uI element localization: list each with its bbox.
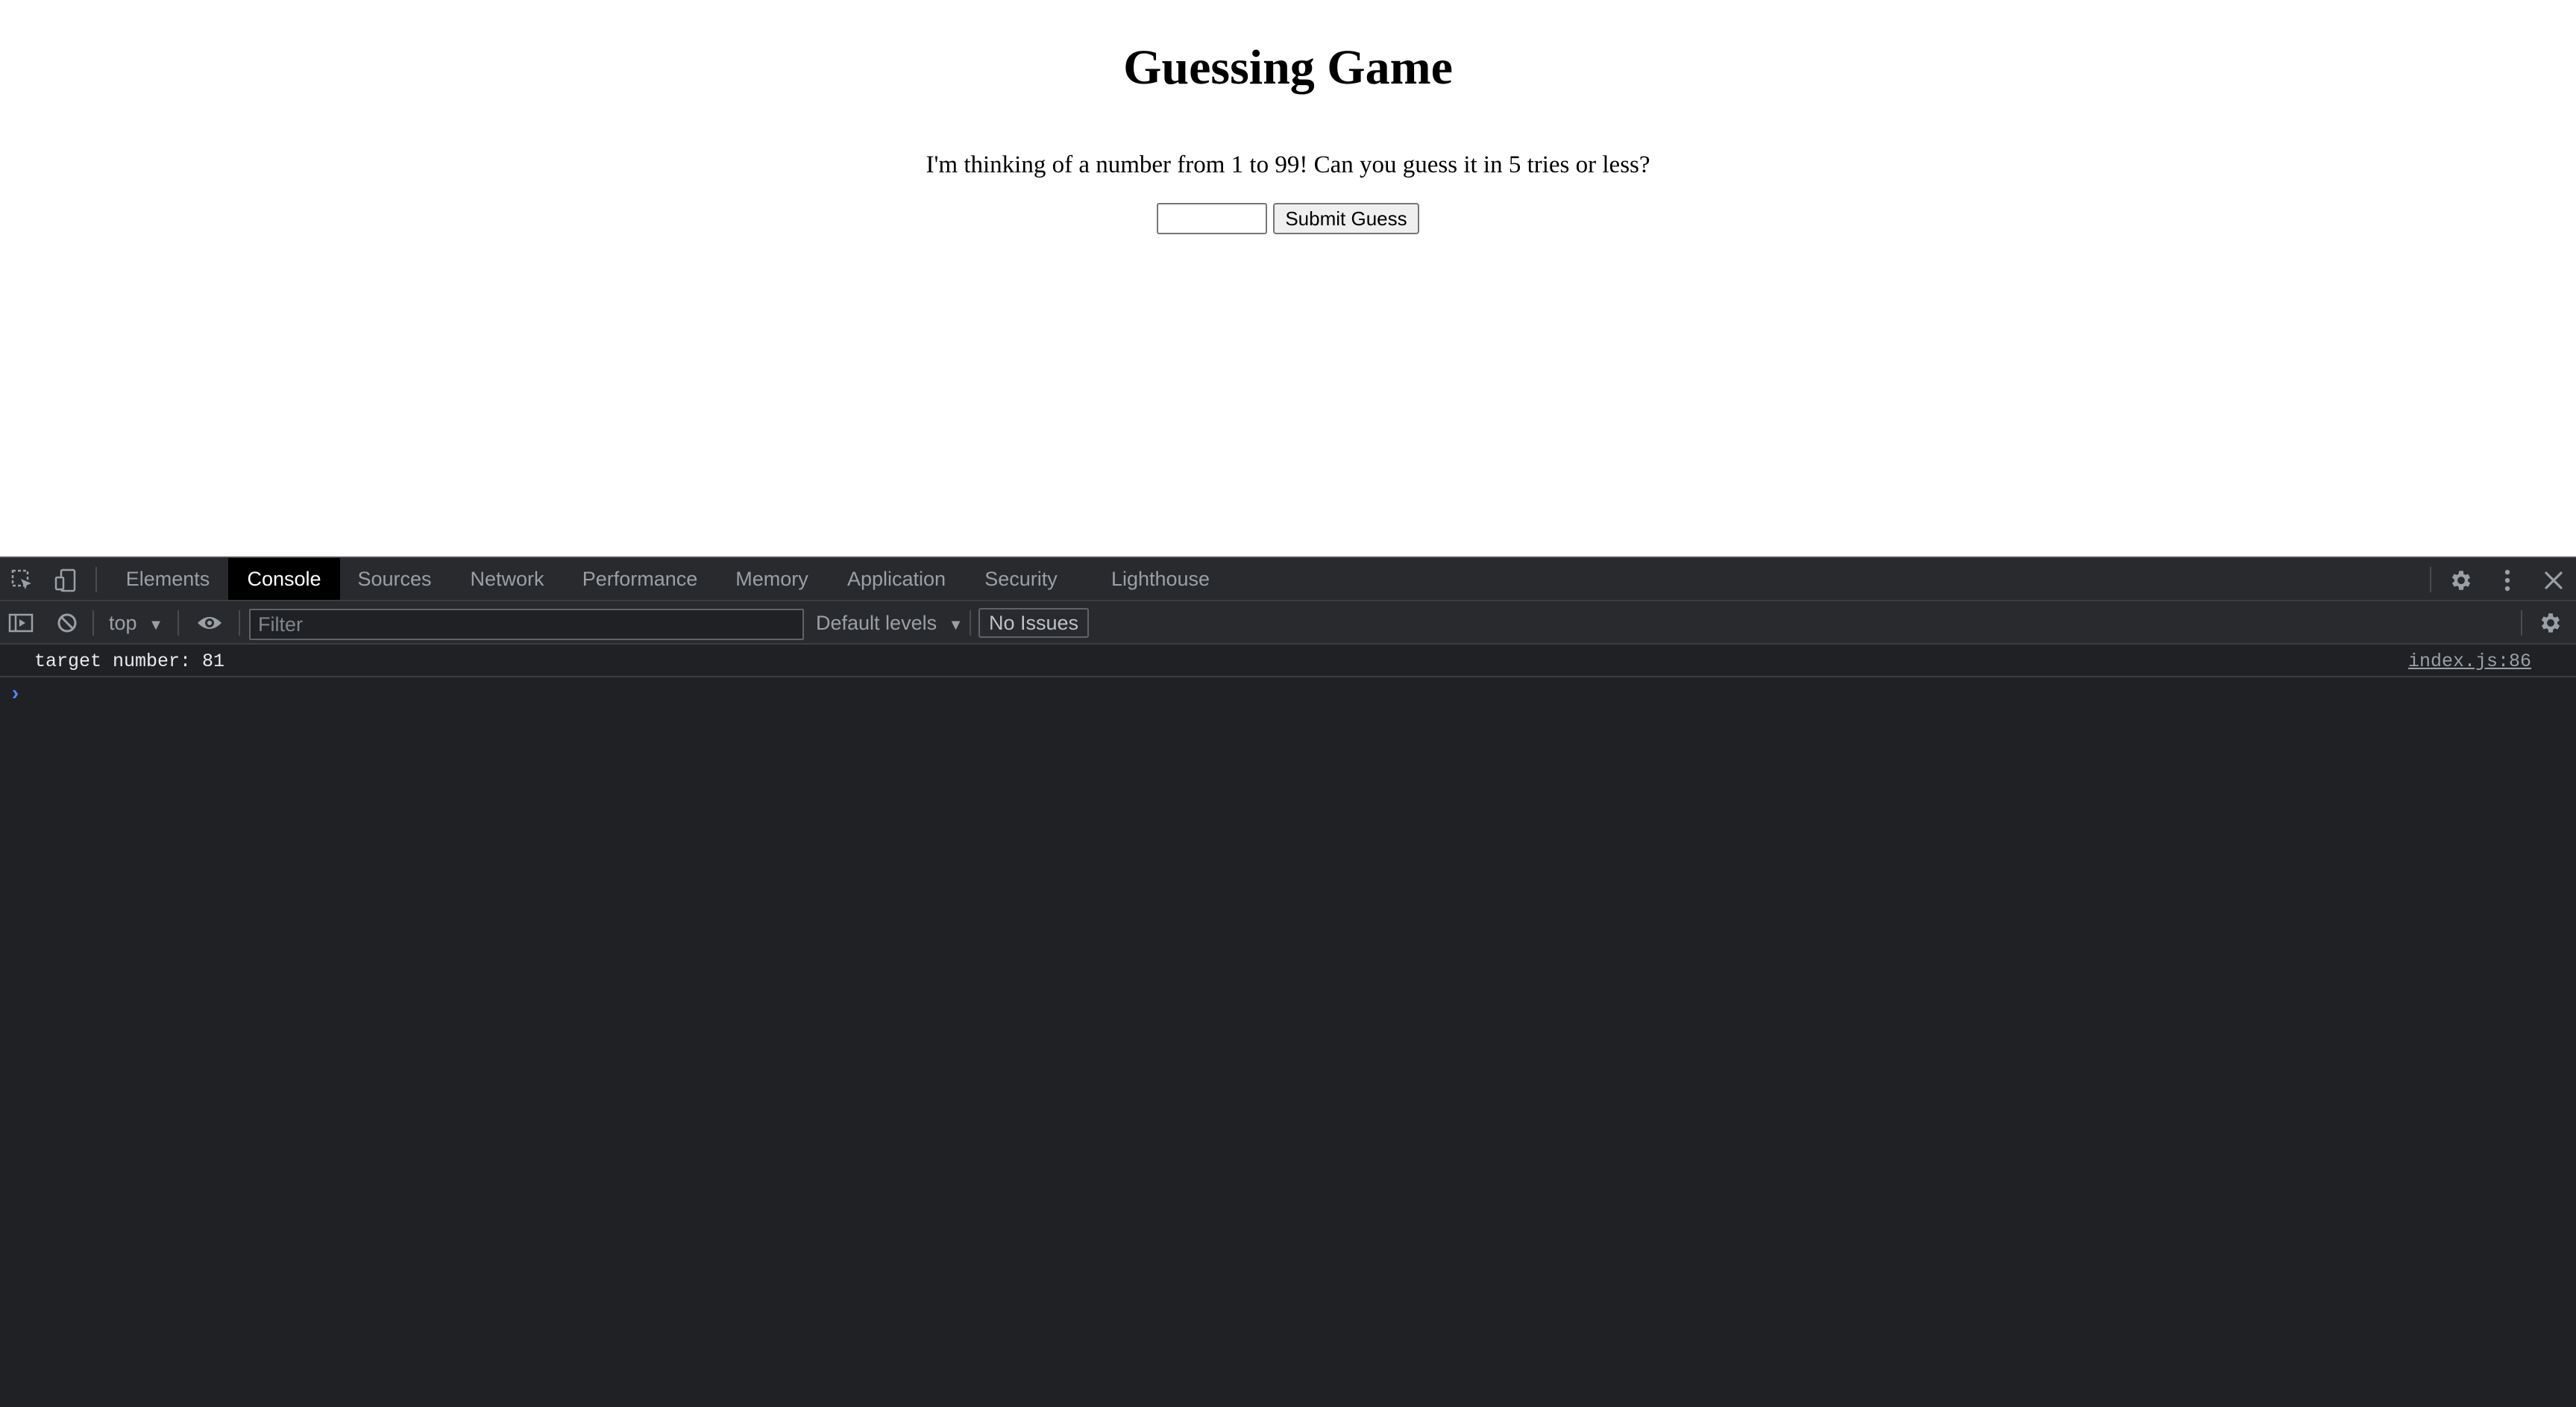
inspect-element-icon[interactable]	[9, 567, 36, 594]
dropdown-arrow-icon: ▼	[148, 617, 163, 633]
toolbar-divider	[95, 567, 97, 592]
levels-value: Default levels	[816, 612, 937, 634]
tab-performance[interactable]: Performance	[573, 558, 707, 600]
device-toolbar-icon[interactable]	[52, 567, 79, 594]
tab-elements[interactable]: Elements	[115, 558, 221, 600]
tab-lighthouse[interactable]: Lighthouse	[1102, 558, 1219, 600]
toolbar-divider	[970, 610, 971, 636]
toolbar-divider	[2430, 567, 2431, 592]
javascript-context-select[interactable]: top ▼	[109, 609, 163, 637]
console-prompt-caret[interactable]: ›	[9, 683, 22, 706]
submit-guess-button[interactable]: Submit Guess	[1273, 203, 1419, 234]
sidebar-toggle-icon[interactable]	[6, 609, 36, 637]
console-toolbar: top ▼ Default levels ▼ No Issues	[0, 601, 2576, 645]
issues-button[interactable]: No Issues	[978, 608, 1090, 638]
game-instructions: I'm thinking of a number from 1 to 99! C…	[926, 151, 1650, 178]
tab-security[interactable]: Security	[974, 558, 1068, 600]
live-expression-eye-icon[interactable]	[192, 609, 227, 637]
toolbar-divider	[2521, 610, 2522, 636]
console-message-text: target number: 81	[34, 651, 225, 672]
console-filter-input[interactable]	[249, 609, 804, 640]
guess-form: Submit Guess	[0, 203, 2576, 234]
console-settings-gear-icon[interactable]	[2536, 609, 2566, 637]
browser-window: Guessing Game I'm thinking of a number f…	[0, 0, 2576, 1407]
gear-icon[interactable]	[2446, 565, 2476, 595]
tab-sources[interactable]: Sources	[348, 558, 442, 600]
guess-input[interactable]	[1157, 203, 1268, 234]
context-value: top	[109, 612, 137, 634]
devtools-tabbar: Elements Console Sources Network Perform…	[0, 557, 2576, 601]
tab-console[interactable]: Console	[228, 558, 340, 600]
console-message-row: target number: 81 index.js:86	[0, 645, 2576, 677]
kebab-menu-icon[interactable]	[2494, 565, 2521, 595]
tab-application[interactable]: Application	[838, 558, 955, 600]
toolbar-divider	[239, 610, 240, 636]
devtools-panel: Elements Console Sources Network Perform…	[0, 557, 2576, 1407]
page-viewport: Guessing Game I'm thinking of a number f…	[0, 0, 2576, 557]
toolbar-divider	[178, 610, 179, 636]
tab-memory[interactable]: Memory	[725, 558, 819, 600]
toolbar-divider	[92, 610, 94, 636]
log-levels-select[interactable]: Default levels ▼	[816, 609, 963, 637]
dropdown-arrow-icon: ▼	[948, 617, 964, 633]
close-icon[interactable]	[2539, 565, 2569, 595]
page-title: Guessing Game	[1123, 40, 1453, 95]
tab-network[interactable]: Network	[458, 558, 556, 600]
console-message-source-link[interactable]: index.js:86	[2408, 651, 2531, 672]
clear-console-icon[interactable]	[52, 609, 82, 637]
